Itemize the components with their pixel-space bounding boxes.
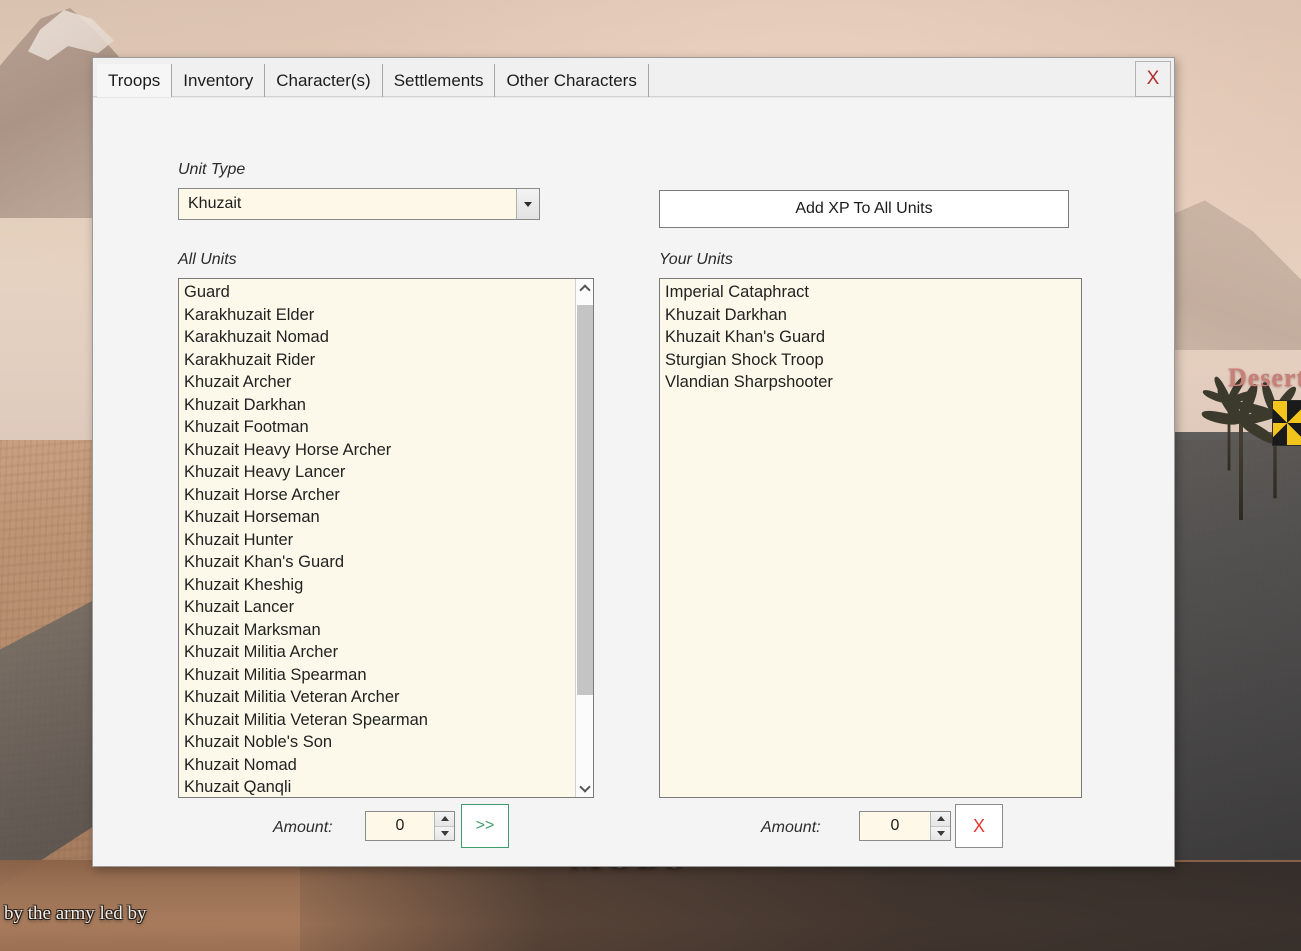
- tab-troops-label: Troops: [108, 70, 161, 90]
- list-item[interactable]: Khuzait Darkhan: [184, 394, 574, 417]
- right-amount-decrement-icon[interactable]: [931, 825, 950, 840]
- add-xp-label: Add XP To All Units: [795, 200, 933, 217]
- list-item[interactable]: Karakhuzait Nomad: [184, 326, 574, 349]
- your-units-label: Your Units: [659, 251, 733, 268]
- scroll-up-icon[interactable]: [576, 279, 593, 297]
- list-item[interactable]: Khuzait Nomad: [184, 754, 574, 777]
- list-item[interactable]: Khuzait Hunter: [184, 529, 574, 552]
- move-to-your-units-button[interactable]: >>: [461, 804, 509, 848]
- all-units-label: All Units: [178, 251, 237, 268]
- tab-other-characters[interactable]: Other Characters: [495, 64, 649, 97]
- scroll-down-icon[interactable]: [576, 779, 593, 797]
- your-units-listbox[interactable]: Imperial Cataphract Khuzait Darkhan Khuz…: [659, 278, 1082, 798]
- list-item[interactable]: Guard: [184, 281, 574, 304]
- tab-characters-label: Character(s): [276, 70, 371, 90]
- faction-banner-icon: [1272, 400, 1301, 446]
- right-amount-increment-icon[interactable]: [931, 812, 950, 826]
- tab-troops[interactable]: Troops: [97, 64, 173, 98]
- list-item[interactable]: Khuzait Heavy Horse Archer: [184, 439, 574, 462]
- tab-characters[interactable]: Character(s): [265, 64, 383, 97]
- list-item[interactable]: Imperial Cataphract: [665, 281, 1081, 304]
- all-units-listbox[interactable]: Guard Karakhuzait Elder Karakhuzait Noma…: [178, 278, 594, 798]
- tab-list: Troops Inventory Character(s) Settlement…: [93, 58, 1174, 98]
- close-icon: X: [1146, 68, 1160, 89]
- all-units-list: Guard Karakhuzait Elder Karakhuzait Noma…: [179, 279, 574, 797]
- list-item[interactable]: Khuzait Militia Spearman: [184, 664, 574, 687]
- tab-inventory[interactable]: Inventory: [172, 64, 266, 97]
- army-caption: by the army led by: [4, 903, 147, 924]
- list-item[interactable]: Sturgian Shock Troop: [665, 349, 1081, 372]
- left-amount-decrement-icon[interactable]: [435, 825, 454, 840]
- tab-settlements[interactable]: Settlements: [383, 64, 496, 97]
- list-item[interactable]: Khuzait Marksman: [184, 619, 574, 642]
- right-amount-label: Amount:: [761, 819, 821, 836]
- list-item[interactable]: Khuzait Horseman: [184, 506, 574, 529]
- tab-settlements-label: Settlements: [393, 70, 484, 90]
- troop-editor-window: Troops Inventory Character(s) Settlement…: [92, 57, 1175, 867]
- remove-unit-button[interactable]: X: [955, 804, 1003, 848]
- list-item[interactable]: Khuzait Darkhan: [665, 304, 1081, 327]
- list-item[interactable]: Khuzait Khan's Guard: [665, 326, 1081, 349]
- troops-tab-panel: Unit Type Khuzait Add XP To All Units Al…: [93, 97, 1174, 866]
- move-right-icon: >>: [475, 817, 495, 834]
- list-item[interactable]: Khuzait Noble's Son: [184, 731, 574, 754]
- list-item[interactable]: Khuzait Footman: [184, 416, 574, 439]
- chevron-down-icon[interactable]: [516, 189, 539, 219]
- add-xp-to-all-units-button[interactable]: Add XP To All Units: [659, 190, 1069, 228]
- list-item[interactable]: Khuzait Archer: [184, 371, 574, 394]
- list-item[interactable]: Khuzait Militia Veteran Spearman: [184, 709, 574, 732]
- list-item[interactable]: Khuzait Qanqli: [184, 776, 574, 797]
- desert-region-label: Desert: [1228, 363, 1301, 392]
- list-item[interactable]: Khuzait Militia Veteran Archer: [184, 686, 574, 709]
- right-amount-value[interactable]: 0: [860, 812, 930, 840]
- list-item[interactable]: Khuzait Militia Archer: [184, 641, 574, 664]
- list-item[interactable]: Khuzait Kheshig: [184, 574, 574, 597]
- right-amount-spin-buttons: [930, 812, 950, 840]
- list-item[interactable]: Vlandian Sharpshooter: [665, 371, 1081, 394]
- left-amount-increment-icon[interactable]: [435, 812, 454, 826]
- unit-type-value: Khuzait: [188, 195, 242, 212]
- close-window-button[interactable]: X: [1135, 61, 1171, 97]
- unit-type-dropdown[interactable]: Khuzait: [178, 188, 540, 220]
- tab-inventory-label: Inventory: [183, 70, 254, 90]
- tab-bar: Troops Inventory Character(s) Settlement…: [93, 58, 1174, 98]
- left-amount-stepper[interactable]: 0: [365, 811, 455, 841]
- list-item[interactable]: Khuzait Khan's Guard: [184, 551, 574, 574]
- right-amount-stepper[interactable]: 0: [859, 811, 951, 841]
- list-item[interactable]: Karakhuzait Elder: [184, 304, 574, 327]
- unit-type-label: Unit Type: [178, 161, 246, 178]
- list-item[interactable]: Khuzait Horse Archer: [184, 484, 574, 507]
- remove-icon: X: [972, 815, 985, 836]
- tab-other-characters-label: Other Characters: [506, 70, 637, 90]
- list-item[interactable]: Khuzait Heavy Lancer: [184, 461, 574, 484]
- left-amount-value[interactable]: 0: [366, 812, 434, 840]
- list-item[interactable]: Karakhuzait Rider: [184, 349, 574, 372]
- list-item[interactable]: Khuzait Lancer: [184, 596, 574, 619]
- your-units-list: Imperial Cataphract Khuzait Darkhan Khuz…: [660, 279, 1081, 394]
- foreground-shadow: [300, 862, 1301, 951]
- left-amount-spin-buttons: [434, 812, 454, 840]
- all-units-scrollbar[interactable]: [575, 279, 593, 797]
- scrollbar-thumb[interactable]: [577, 305, 593, 695]
- left-amount-label: Amount:: [273, 819, 333, 836]
